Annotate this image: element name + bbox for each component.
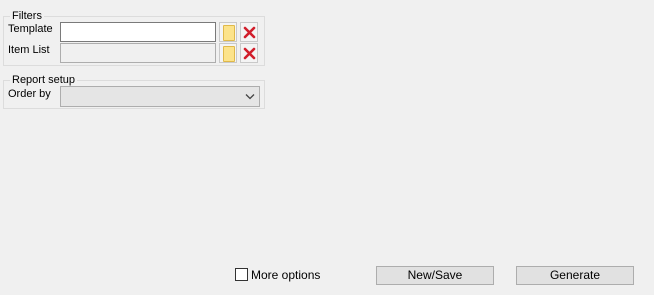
more-options-checkbox-box[interactable] (235, 268, 248, 281)
report-setup-group-title: Report setup (10, 74, 77, 86)
order-by-dropdown[interactable] (60, 86, 260, 107)
order-by-label: Order by (8, 88, 51, 100)
template-label: Template (8, 23, 53, 35)
template-field[interactable] (60, 22, 216, 42)
red-x-icon (243, 47, 256, 60)
chevron-down-icon (245, 94, 255, 100)
red-x-icon (243, 26, 256, 39)
new-save-button[interactable]: New/Save (376, 266, 494, 285)
template-browse-button[interactable] (219, 22, 237, 42)
item-list-browse-button[interactable] (219, 43, 237, 63)
folder-icon (223, 46, 235, 62)
more-options-label: More options (251, 268, 321, 282)
filters-group-title: Filters (10, 10, 44, 22)
item-list-label: Item List (8, 44, 50, 56)
template-clear-button[interactable] (240, 22, 258, 42)
item-list-field[interactable] (60, 43, 216, 63)
more-options-checkbox[interactable]: More options (235, 268, 325, 284)
item-list-clear-button[interactable] (240, 43, 258, 63)
folder-icon (223, 25, 235, 41)
generate-button[interactable]: Generate (516, 266, 634, 285)
